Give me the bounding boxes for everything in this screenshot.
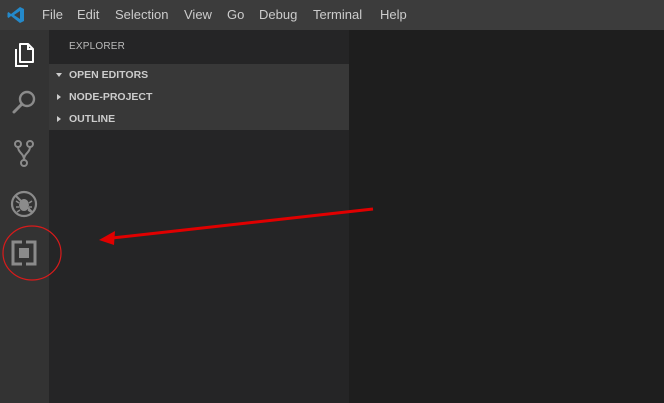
explorer-sidebar: EXPLORER OPEN EDITORS NODE-PROJECT OUTLI… [49,30,349,403]
vscode-logo-icon [7,6,25,24]
title-bar: File Edit Selection View Go Debug Termin… [0,0,664,30]
menu-terminal[interactable]: Terminal [313,0,362,30]
extensions-icon[interactable] [8,237,40,269]
menu-edit[interactable]: Edit [77,0,99,30]
section-open-editors[interactable]: OPEN EDITORS [49,64,349,86]
chevron-down-icon [56,73,62,77]
search-icon[interactable] [8,87,40,119]
section-label: OUTLINE [69,113,116,125]
section-node-project[interactable]: NODE-PROJECT [49,86,349,108]
menu-go[interactable]: Go [227,0,244,30]
menu-help[interactable]: Help [380,0,407,30]
menu-selection[interactable]: Selection [115,0,168,30]
sidebar-title: EXPLORER [69,41,126,52]
editor-area[interactable] [349,30,664,403]
menu-debug[interactable]: Debug [259,0,297,30]
section-outline[interactable]: OUTLINE [49,108,349,130]
explorer-icon[interactable] [8,39,40,71]
chevron-right-icon [57,116,61,122]
section-label: OPEN EDITORS [69,69,149,81]
menu-view[interactable]: View [184,0,212,30]
activity-bar [0,30,49,403]
source-control-icon[interactable] [8,137,40,169]
menu-file[interactable]: File [42,0,63,30]
debug-icon[interactable] [8,188,40,220]
section-label: NODE-PROJECT [69,91,153,103]
chevron-right-icon [57,94,61,100]
